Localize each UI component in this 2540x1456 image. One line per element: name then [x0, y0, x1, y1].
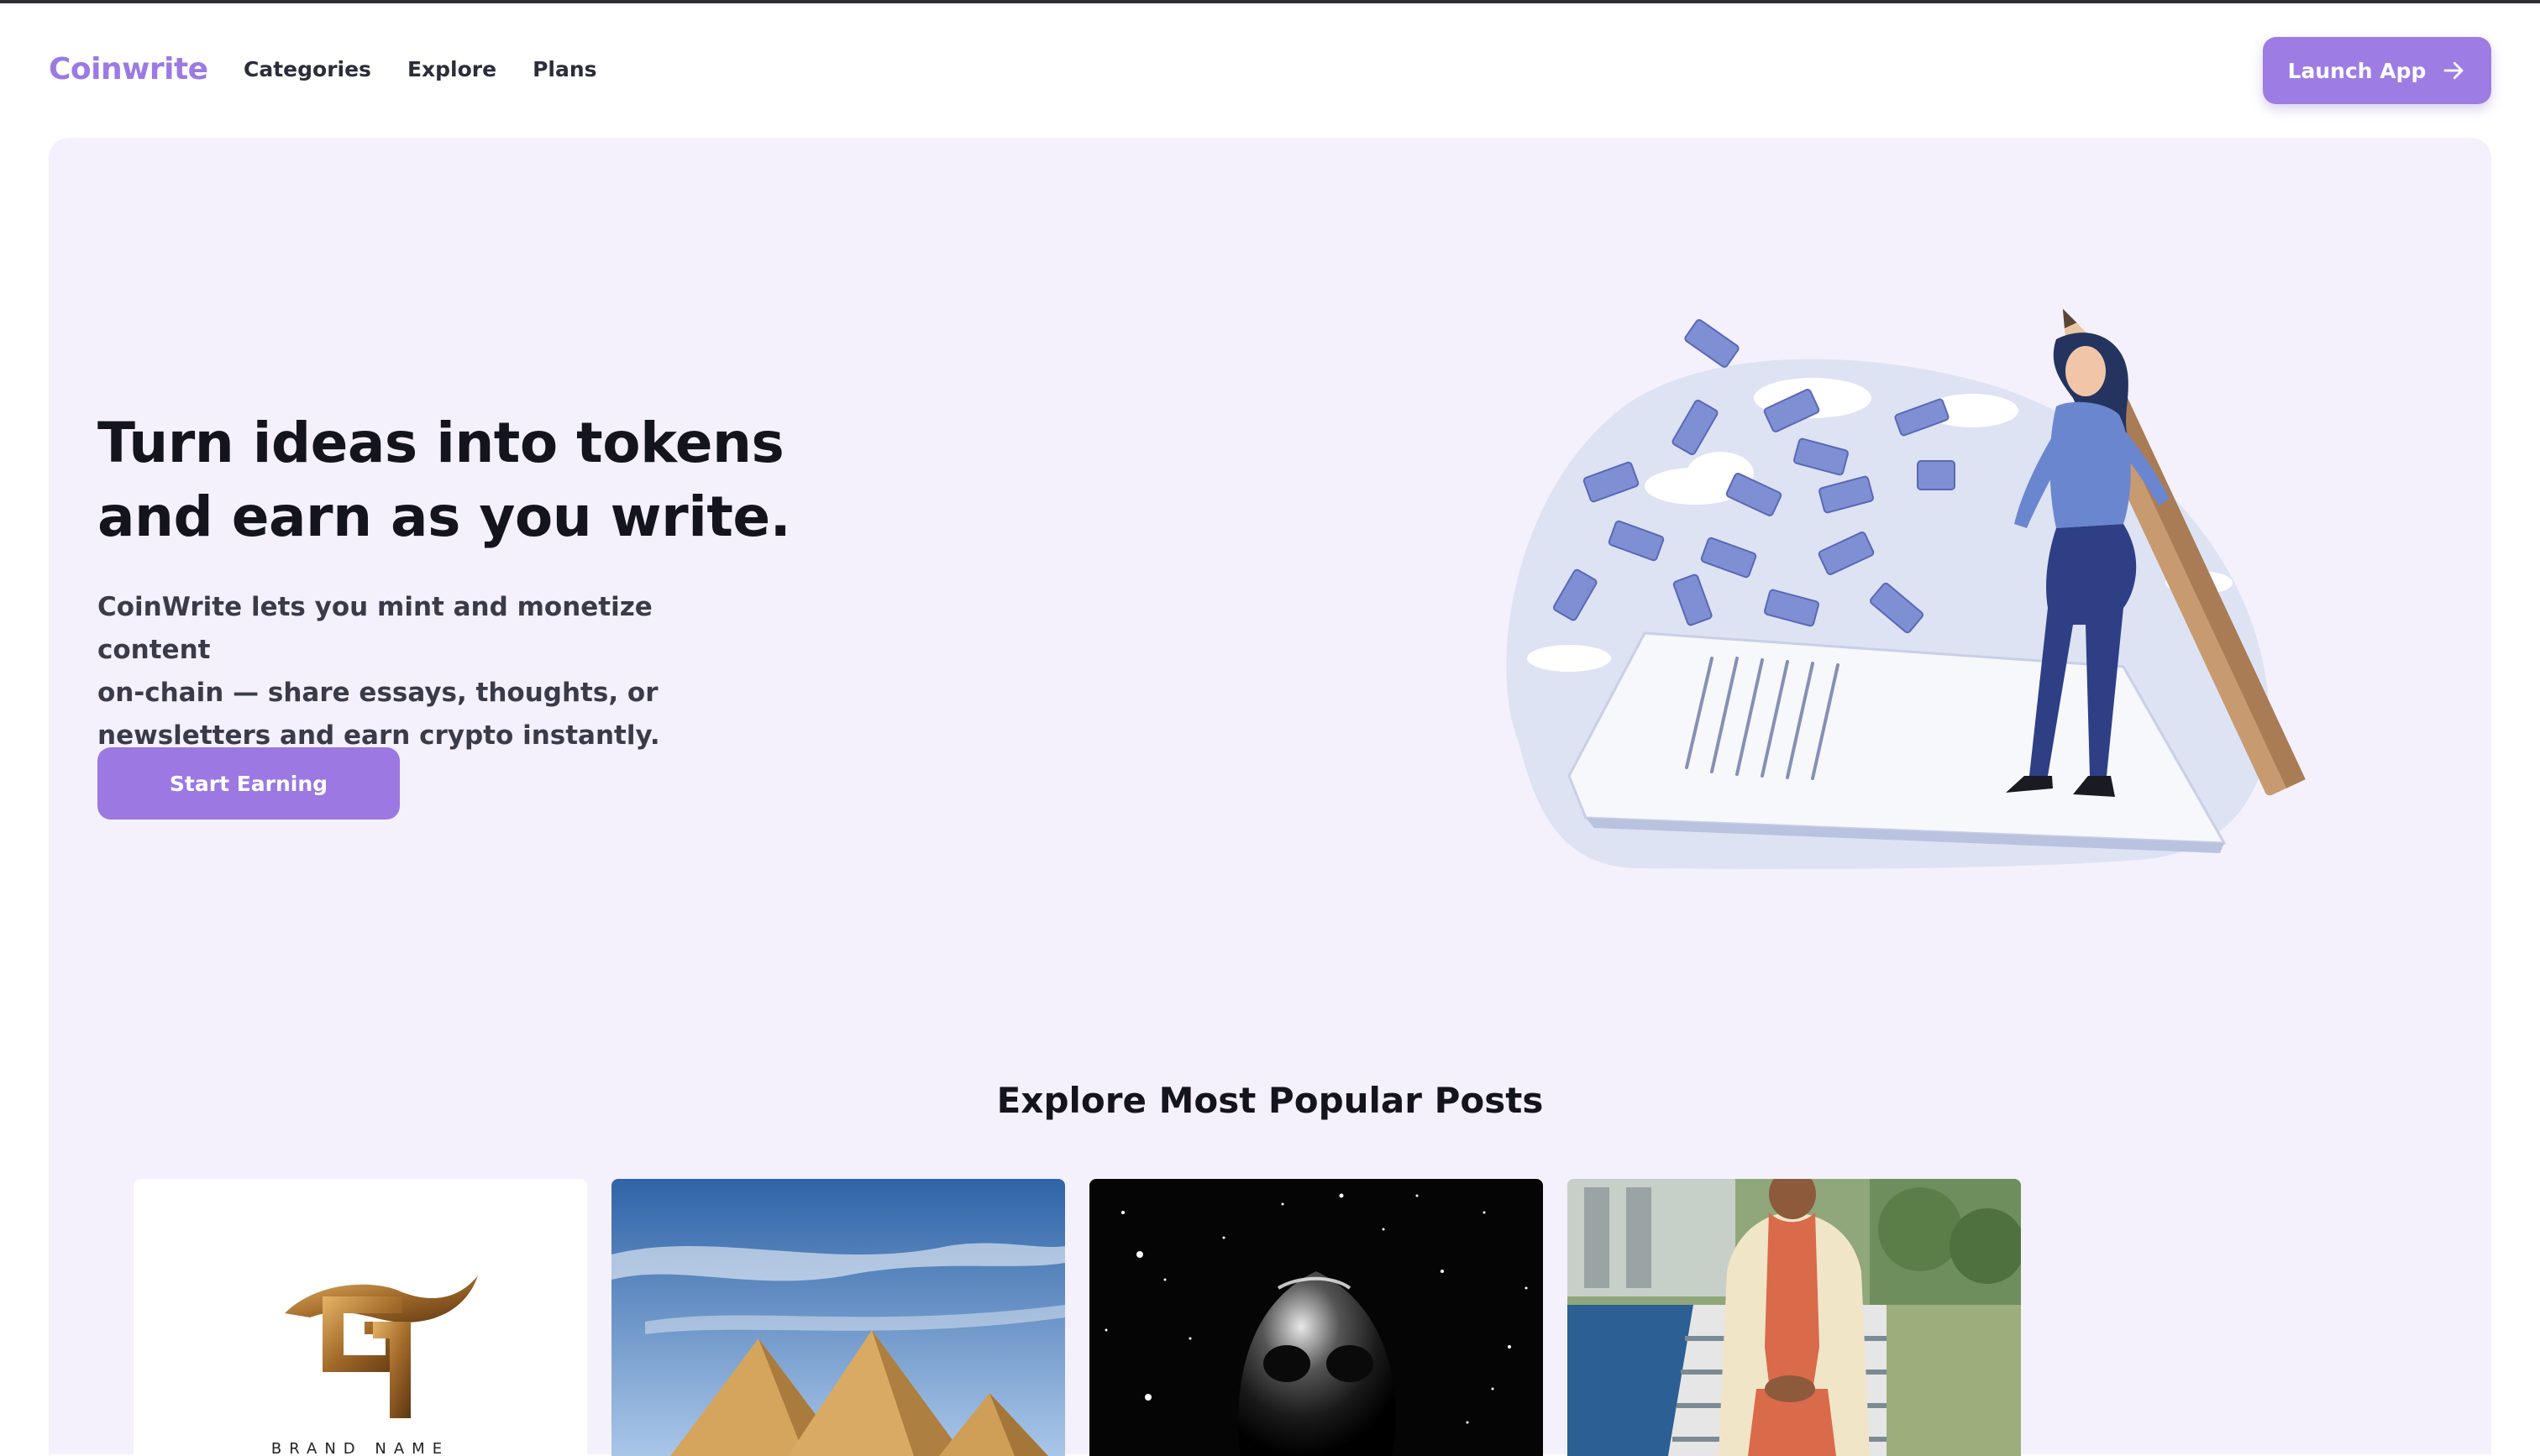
post-card[interactable] — [611, 1179, 1065, 1456]
site-header: Coinwrite Categories Explore Plans Launc… — [0, 3, 2540, 134]
nav-item-plans[interactable]: Plans — [533, 57, 596, 81]
post-card[interactable] — [1089, 1179, 1543, 1456]
popular-posts-row: BRAND NAME — [134, 1179, 2021, 1456]
popular-posts-title: Explore Most Popular Posts — [996, 1080, 1544, 1121]
launch-app-button[interactable]: Launch App — [2263, 37, 2491, 104]
launch-app-label: Launch App — [2287, 58, 2427, 83]
hero-illustration — [1506, 308, 2306, 869]
arrow-right-icon — [2444, 61, 2464, 80]
hero-title: Turn ideas into tokens and earn as you w… — [97, 406, 853, 554]
post-card[interactable]: BRAND NAME — [134, 1179, 587, 1456]
post-card[interactable] — [1567, 1179, 2021, 1456]
man-in-traditional-outfit-image — [1567, 1179, 2021, 1456]
nav-item-categories[interactable]: Categories — [244, 57, 371, 81]
brand-name-caption: BRAND NAME — [271, 1440, 449, 1456]
hero-section: Turn ideas into tokens and earn as you w… — [49, 138, 2491, 1456]
hero-title-line-2: and earn as you write. — [97, 484, 791, 549]
hero-desc-line-1: CoinWrite lets you mint and monetize con… — [97, 592, 653, 665]
pyramids-image — [611, 1179, 1065, 1456]
brand-logo[interactable]: Coinwrite — [49, 52, 208, 86]
nav-item-explore[interactable]: Explore — [407, 57, 496, 81]
chrome-skull-space-image — [1089, 1179, 1543, 1456]
hero-desc-line-2: on-chain — share essays, thoughts, or — [97, 678, 659, 708]
brand-logo-image: BRAND NAME — [134, 1179, 587, 1456]
hero-title-line-1: Turn ideas into tokens — [97, 411, 785, 475]
hero-description: CoinWrite lets you mint and monetize con… — [97, 586, 719, 757]
main-nav: Categories Explore Plans — [244, 57, 597, 81]
start-earning-button[interactable]: Start Earning — [97, 747, 400, 820]
